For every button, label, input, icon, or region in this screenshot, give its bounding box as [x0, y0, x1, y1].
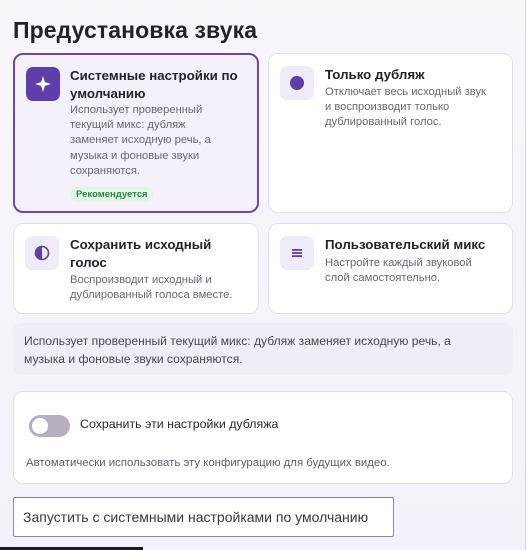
toggle-knob [32, 418, 48, 434]
half-circle-icon [25, 236, 59, 270]
preset-description: Отключает весь исходный звук и воспроизв… [325, 86, 486, 129]
page-title: Предустановка звука [13, 17, 258, 43]
preset-panel: Предустановка звука Системные настройки … [0, 0, 526, 550]
preset-card-custom-mix[interactable]: Пользовательский микс Настройте каждый з… [268, 223, 513, 314]
launch-with-defaults-button[interactable]: Запустить с системными настройками по ум… [13, 497, 394, 537]
preset-title: Системные настройки по умолчанию [70, 68, 238, 101]
preset-info-box: Использует проверенный текущий микс: дуб… [13, 323, 513, 375]
recommended-badge: Рекомендуется [70, 187, 154, 202]
save-settings-card: Сохранить эти настройки дубляжа Автомати… [13, 391, 513, 484]
preset-description: Использует проверенный текущий микс: дуб… [70, 104, 211, 177]
preset-title: Только дубляж [325, 67, 425, 82]
save-settings-hint: Автоматически использовать эту конфигура… [26, 457, 390, 469]
save-settings-label: Сохранить эти настройки дубляжа [80, 417, 279, 431]
preset-title: Пользовательский микс [325, 237, 486, 252]
save-settings-toggle[interactable] [29, 415, 70, 437]
preset-description: Воспроизводит исходный и дублированный г… [70, 274, 233, 302]
dot-icon [280, 66, 314, 100]
preset-card-dub-only[interactable]: Только дубляж Отключает весь исходный зв… [268, 53, 513, 213]
preset-description: Настройте каждый звуковой слой самостоят… [325, 257, 472, 285]
list-icon [280, 236, 314, 270]
preset-card-system-defaults[interactable]: Системные настройки по умолчанию Использ… [13, 53, 259, 213]
preset-title: Сохранить исходный голос [70, 237, 212, 270]
sparkle-icon [26, 67, 60, 101]
preset-info-text: Использует проверенный текущий микс: дуб… [24, 334, 451, 366]
preset-card-keep-original[interactable]: Сохранить исходный голос Воспроизводит и… [13, 223, 259, 314]
